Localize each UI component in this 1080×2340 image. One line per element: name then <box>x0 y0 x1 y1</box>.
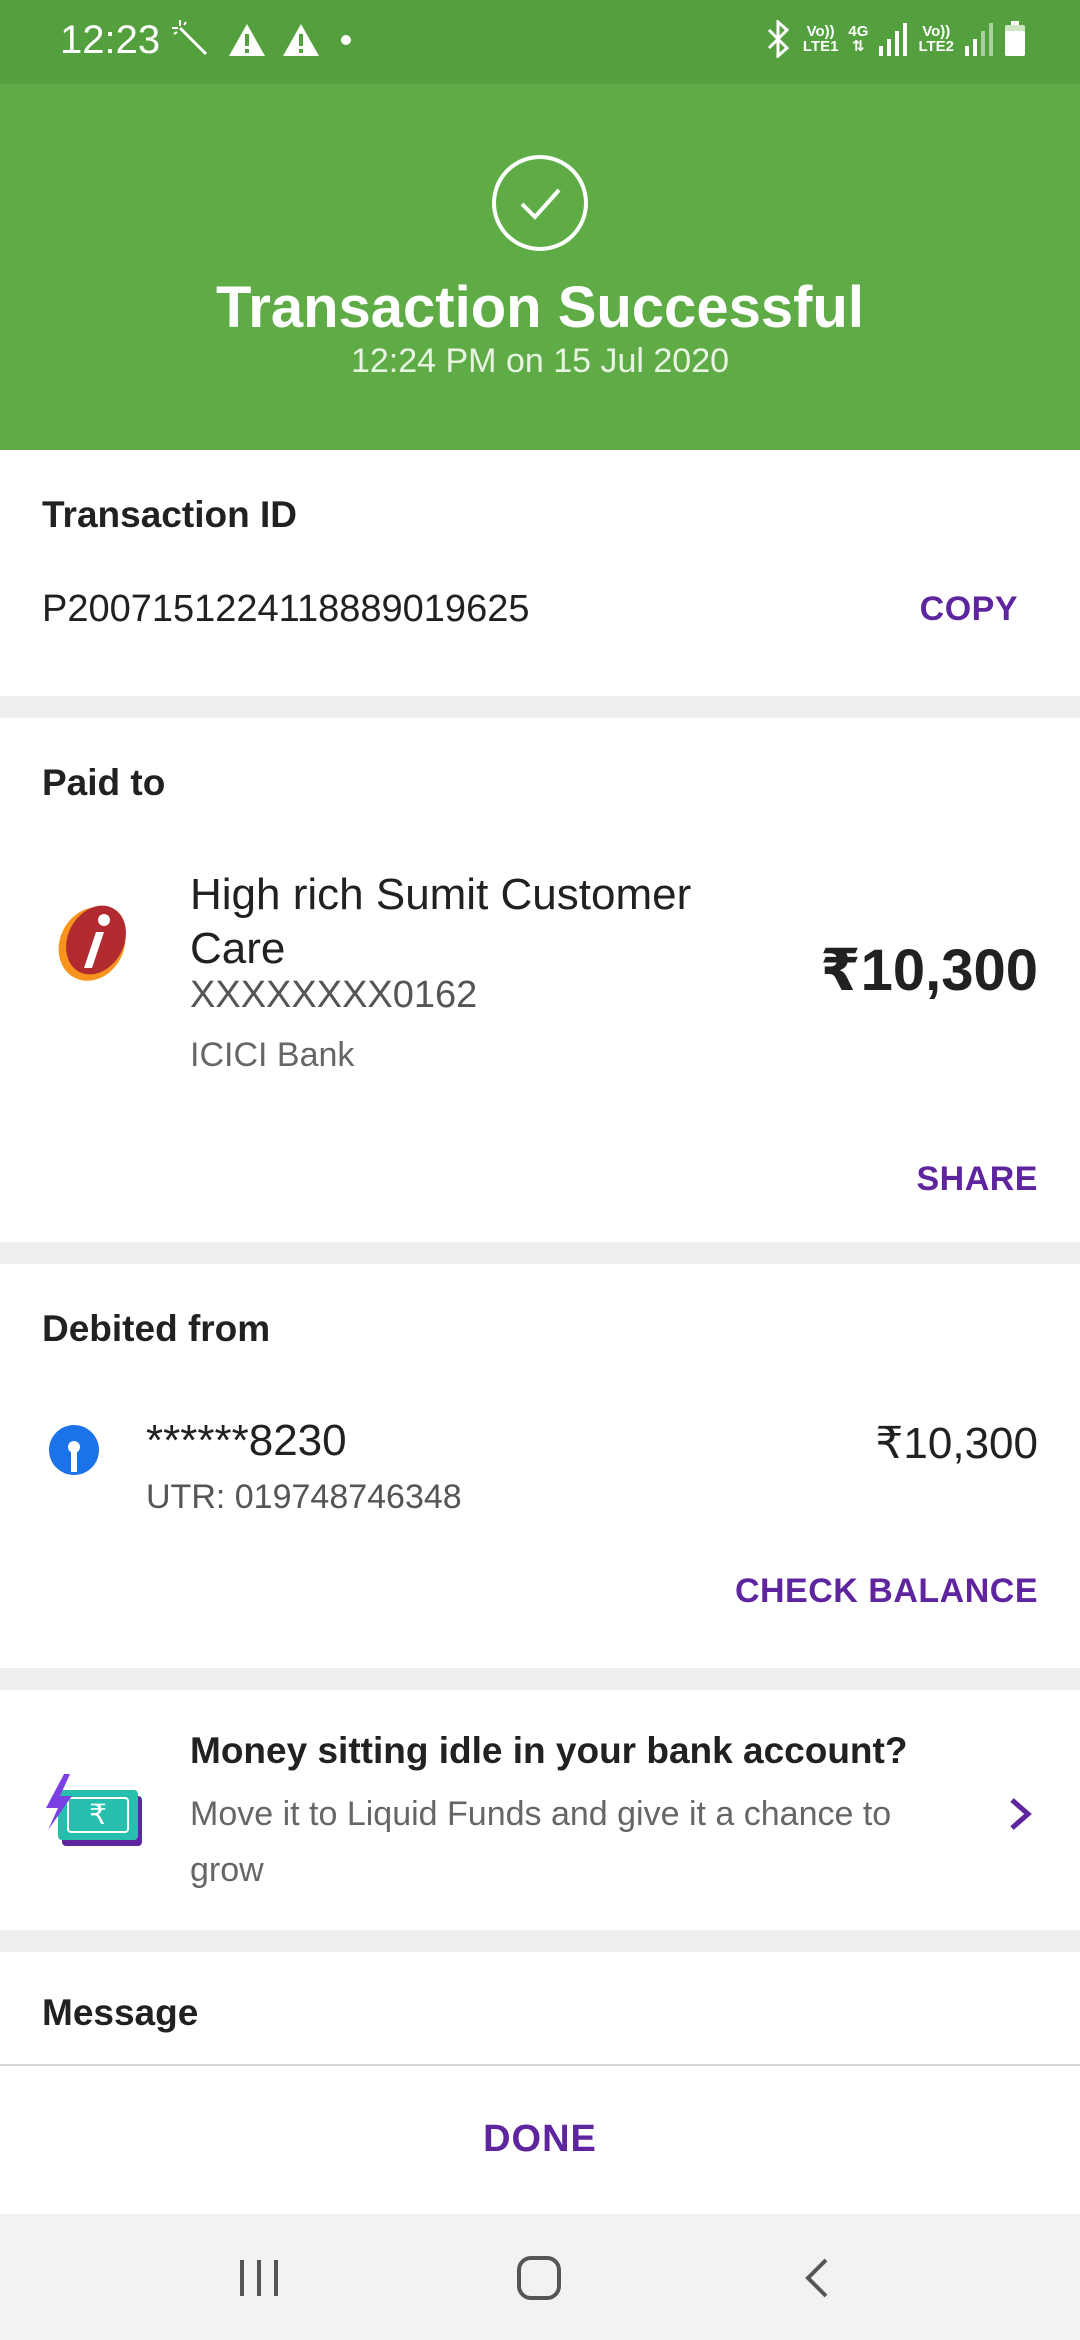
status-left-icons <box>172 20 356 60</box>
check-balance-button[interactable]: CHECK BALANCE <box>735 1572 1038 1611</box>
signal-icon <box>879 23 908 56</box>
recent-apps-icon[interactable] <box>234 2254 284 2302</box>
debit-amount: ₹10,300 <box>875 1419 1038 1468</box>
transaction-id-value: P2007151224118889019625 <box>42 588 530 630</box>
notification-dot-icon <box>341 35 351 45</box>
status-right-icons: Vo)) LTE1 4G ⇅ Vo)) LTE2 <box>763 20 1026 58</box>
back-icon[interactable] <box>794 2254 844 2302</box>
page-title: Transaction Successful <box>216 275 864 340</box>
paid-to-card: Paid to High rich Sumit Customer Care XX… <box>0 718 1080 1242</box>
transaction-id-label: Transaction ID <box>42 494 297 535</box>
sim2-indicator: Vo)) LTE2 <box>918 23 954 55</box>
bluetooth-icon <box>767 20 790 58</box>
debit-account: ******8230 <box>146 1416 347 1465</box>
message-label: Message <box>42 1992 199 2033</box>
share-button[interactable]: SHARE <box>916 1160 1038 1199</box>
warning-icon <box>283 24 319 56</box>
icici-logo-icon <box>58 905 126 981</box>
rupee-symbol: ₹ <box>89 1798 107 1831</box>
payee-account: XXXXXXXX0162 <box>190 974 478 1016</box>
transaction-id-card: Transaction ID P2007151224118889019625 C… <box>0 450 1080 696</box>
success-header: Transaction Successful 12:24 PM on 15 Ju… <box>0 84 1080 450</box>
debit-utr: UTR: 019748746348 <box>146 1478 462 1516</box>
check-circle-icon <box>492 155 588 251</box>
sim1-indicator: Vo)) LTE1 <box>802 23 839 55</box>
paid-to-label: Paid to <box>42 762 166 803</box>
signal-icon <box>965 23 993 56</box>
payee-bank: ICICI Bank <box>190 1036 355 1074</box>
done-button[interactable]: DONE <box>0 2118 1080 2161</box>
status-time: 12:23 <box>60 18 161 62</box>
data-arrows-icon: ⇅ <box>852 38 865 55</box>
money-bolt-icon: ₹ <box>46 1774 142 1846</box>
promo-body: Move it to Liquid Funds and give it a ch… <box>190 1795 892 1889</box>
copy-button[interactable]: COPY <box>920 590 1018 629</box>
sbi-logo-icon <box>49 1425 99 1475</box>
transaction-timestamp: 12:24 PM on 15 Jul 2020 <box>350 342 730 380</box>
promo-title: Money sitting idle in your bank account? <box>190 1730 908 1771</box>
navigation-bar <box>0 2214 1080 2340</box>
payee-name: High rich Sumit Customer Care <box>190 870 692 973</box>
warning-icon <box>229 24 265 56</box>
chevron-right-icon[interactable] <box>1002 1788 1038 1840</box>
message-card: Message <box>0 1952 1080 2064</box>
status-bar: 12:23 Vo)) LTE1 4G ⇅ Vo)) LTE2 <box>0 0 1080 84</box>
debited-from-card: Debited from ******8230 UTR: 01974874634… <box>0 1264 1080 1668</box>
debited-from-label: Debited from <box>42 1308 271 1349</box>
magic-wand-icon <box>172 20 208 56</box>
liquid-funds-promo[interactable]: ₹ Money sitting idle in your bank accoun… <box>0 1690 1080 1930</box>
paid-amount: ₹10,300 <box>820 938 1038 1003</box>
done-bar: DONE <box>0 2064 1080 2214</box>
battery-icon <box>1005 21 1025 56</box>
network-type: 4G ⇅ <box>848 23 869 55</box>
home-icon[interactable] <box>514 2254 564 2302</box>
